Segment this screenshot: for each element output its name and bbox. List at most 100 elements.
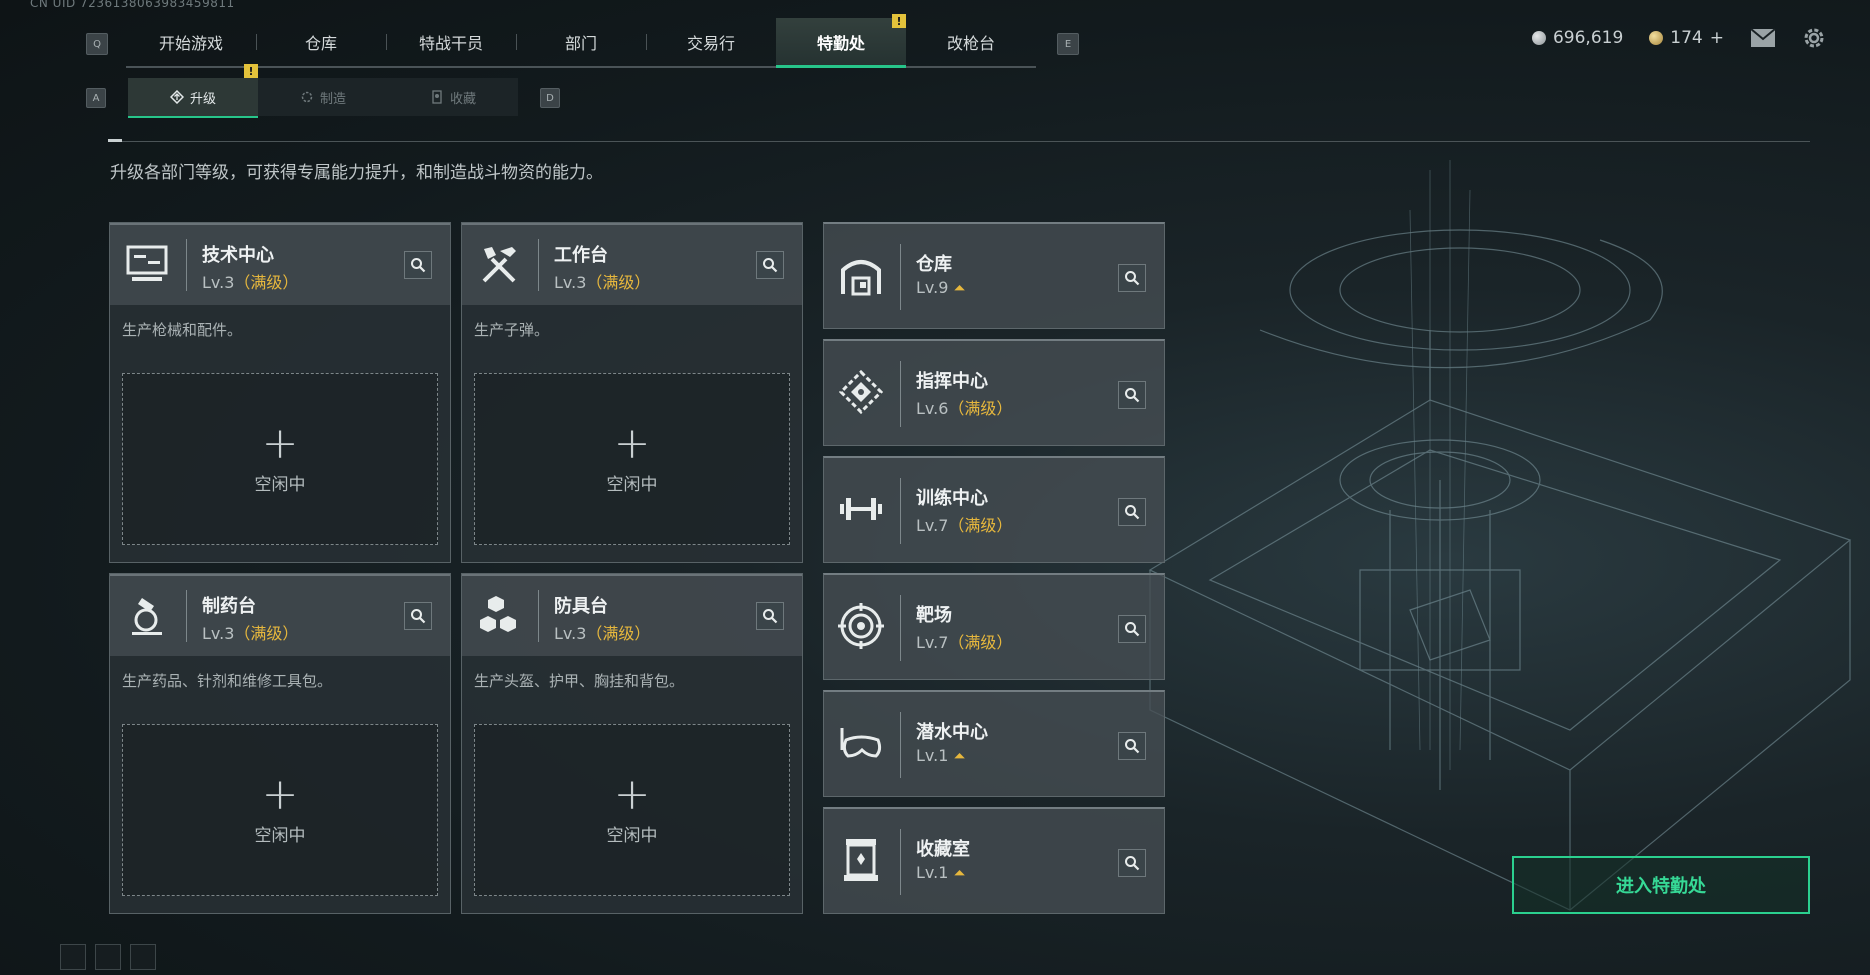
card-separator xyxy=(538,590,539,642)
card-level: Lv.6（满级） xyxy=(916,395,1012,419)
tab-start-game[interactable]: 开始游戏 xyxy=(126,18,256,66)
card-title: 防具台 xyxy=(554,596,608,617)
card-level: Lv.3（满级） xyxy=(202,269,298,293)
card-level: Lv.9 ⏶ xyxy=(916,278,966,297)
production-slot[interactable]: + 空闲中 xyxy=(474,724,790,896)
level-value: Lv.7 xyxy=(916,516,949,535)
bottom-tool-button[interactable] xyxy=(95,944,121,970)
pharmacy-card[interactable]: 制药台 Lv.3（满级） 生产药品、针剂和维修工具包。 + 空闲中 xyxy=(109,573,451,914)
main-tab-bar: 开始游戏 仓库 特战干员 部门 交易行 特勤处 ! 改枪台 xyxy=(126,14,1036,68)
upgrade-icon xyxy=(169,90,184,104)
search-icon xyxy=(1125,622,1140,637)
tech-center-card[interactable]: 技术中心 Lv.3（满级） 生产枪械和配件。 + 空闲中 xyxy=(109,222,451,563)
tab-label: 开始游戏 xyxy=(158,34,223,53)
card-level: Lv.1 ⏶ xyxy=(916,863,966,882)
training-center-card[interactable]: 训练中心 Lv.7（满级） xyxy=(823,456,1165,563)
tab-label: 特勤处 xyxy=(816,34,865,53)
card-header: 制药台 Lv.3（满级） xyxy=(110,574,450,656)
tab-label: 仓库 xyxy=(304,34,337,53)
mail-icon[interactable] xyxy=(1750,28,1776,48)
inspect-button[interactable] xyxy=(1118,849,1146,877)
target-icon xyxy=(838,603,884,649)
subtab-label: 制造 xyxy=(319,91,346,107)
diving-center-card[interactable]: 潜水中心 Lv.1 ⏶ xyxy=(823,690,1165,797)
next-tab-key-hint[interactable]: E xyxy=(1057,33,1079,55)
card-separator xyxy=(900,595,901,661)
silver-amount: 696,619 xyxy=(1552,28,1624,48)
enter-special-ops-button[interactable]: 进入特勤处 xyxy=(1512,856,1810,914)
inspect-button[interactable] xyxy=(1118,615,1146,643)
tab-label: 部门 xyxy=(564,34,597,53)
subtab-craft[interactable]: 制造 xyxy=(258,78,388,116)
microscope-icon xyxy=(132,598,162,635)
diving-mask-icon xyxy=(840,728,882,758)
bottom-tool-button[interactable] xyxy=(130,944,156,970)
production-slot[interactable]: + 空闲中 xyxy=(122,724,438,896)
level-value: Lv.1 xyxy=(916,746,949,765)
tab-gunsmith[interactable]: 改枪台 xyxy=(906,18,1036,66)
card-separator xyxy=(900,361,901,427)
production-slot[interactable]: + 空闲中 xyxy=(122,373,438,545)
card-title: 训练中心 xyxy=(916,488,988,509)
tab-departments[interactable]: 部门 xyxy=(516,18,646,66)
card-title: 靶场 xyxy=(916,605,952,626)
card-separator xyxy=(900,829,901,895)
max-level-tag: （满级） xyxy=(948,633,1013,652)
shooting-range-card[interactable]: 靶场 Lv.7（满级） xyxy=(823,573,1165,680)
production-slot[interactable]: + 空闲中 xyxy=(474,373,790,545)
prev-subtab-key-hint[interactable]: A xyxy=(86,88,106,108)
warehouse-card[interactable]: 仓库 Lv.9 ⏶ xyxy=(823,222,1165,329)
max-level-tag: （满级） xyxy=(234,624,299,643)
level-value: Lv.3 xyxy=(554,624,587,643)
card-separator xyxy=(900,478,901,544)
inspect-button[interactable] xyxy=(404,602,432,630)
inspect-button[interactable] xyxy=(756,251,784,279)
user-uid: CN UID 7236138063983459811 xyxy=(30,0,235,10)
card-level: Lv.7（满级） xyxy=(916,629,1012,653)
slot-status: 空闲中 xyxy=(606,474,658,495)
tab-operators[interactable]: 特战干员 xyxy=(386,18,516,66)
alert-badge: ! xyxy=(892,14,906,28)
plus-icon: + xyxy=(261,768,299,820)
upgrade-arrow-icon: ⏶ xyxy=(953,279,966,297)
slot-status: 空闲中 xyxy=(254,825,306,846)
command-center-card[interactable]: 指挥中心 Lv.6（满级） xyxy=(823,339,1165,446)
gold-currency[interactable]: 174 + xyxy=(1649,28,1724,48)
inspect-button[interactable] xyxy=(756,602,784,630)
inspect-button[interactable] xyxy=(1118,264,1146,292)
tab-warehouse[interactable]: 仓库 xyxy=(256,18,386,66)
inspect-button[interactable] xyxy=(1118,498,1146,526)
tab-special-ops[interactable]: 特勤处 ! xyxy=(776,14,906,68)
card-separator xyxy=(538,239,539,291)
card-separator xyxy=(186,239,187,291)
tab-trading[interactable]: 交易行 xyxy=(646,18,776,66)
tab-label: 交易行 xyxy=(686,34,735,53)
inspect-button[interactable] xyxy=(404,251,432,279)
level-value: Lv.9 xyxy=(916,278,949,297)
craft-icon xyxy=(301,91,313,103)
card-separator xyxy=(900,712,901,778)
display-case-icon xyxy=(844,839,878,881)
silver-currency[interactable]: 696,619 xyxy=(1531,28,1624,48)
search-icon xyxy=(411,609,426,624)
prev-tab-key-hint[interactable]: Q xyxy=(86,33,108,55)
settings-gear-icon[interactable] xyxy=(1802,26,1826,50)
subtab-collection[interactable]: 收藏 xyxy=(388,78,518,116)
workbench-card[interactable]: 工作台 Lv.3（满级） 生产子弹。 + 空闲中 xyxy=(461,222,803,563)
inspect-button[interactable] xyxy=(1118,381,1146,409)
inspect-button[interactable] xyxy=(1118,732,1146,760)
bottom-tool-button[interactable] xyxy=(60,944,86,970)
next-subtab-key-hint[interactable]: D xyxy=(540,88,560,108)
subtab-upgrade[interactable]: 升级 ! xyxy=(128,64,258,118)
dumbbell-icon xyxy=(840,498,882,520)
header-divider xyxy=(108,141,1810,142)
armor-bench-card[interactable]: 防具台 Lv.3（满级） 生产头盔、护甲、胸挂和背包。 + 空闲中 xyxy=(461,573,803,914)
search-icon xyxy=(1125,505,1140,520)
subtab-label: 升级 xyxy=(189,91,216,107)
warehouse-icon xyxy=(841,260,881,296)
max-level-tag: （满级） xyxy=(234,273,299,292)
search-icon xyxy=(411,258,426,273)
collection-room-card[interactable]: 收藏室 Lv.1 ⏶ xyxy=(823,807,1165,914)
add-gold-button[interactable]: + xyxy=(1710,28,1724,48)
plus-icon: + xyxy=(613,768,651,820)
